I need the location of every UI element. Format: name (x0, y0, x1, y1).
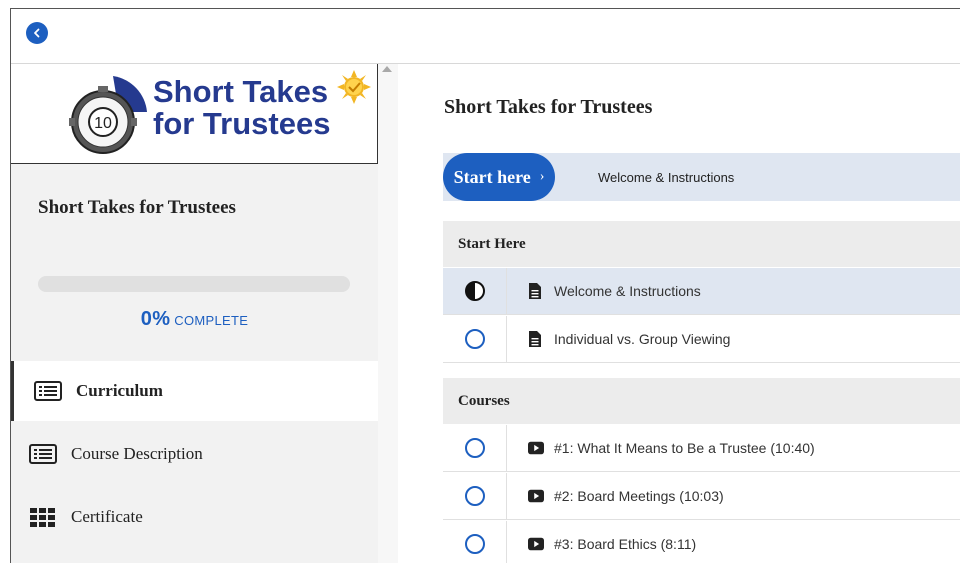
progress-complete-text: COMPLETE (174, 313, 249, 328)
lesson-status (443, 316, 507, 362)
nav-label: Course Description (71, 444, 203, 463)
lesson-title: #2: Board Meetings (10:03) (554, 488, 724, 504)
lesson-row[interactable]: Welcome & Instructions (443, 268, 960, 315)
sidebar-course-title: Short Takes for Trustees (38, 197, 236, 218)
progress-percent: 0% (140, 308, 171, 330)
nav-item-course-description[interactable]: Course Description (11, 424, 378, 484)
lesson-title: #3: Board Ethics (8:11) (554, 536, 697, 552)
list-icon (29, 444, 57, 464)
lesson-title: #1: What It Means to Be a Trustee (10:40… (554, 440, 815, 456)
logo-line-1: Short Takes (153, 74, 329, 109)
lesson-status (443, 521, 507, 563)
sun-badge-icon (337, 70, 371, 104)
lesson-title: Individual vs. Group Viewing (554, 331, 731, 347)
start-bar: Start here › Welcome & Instructions (443, 153, 960, 201)
chevron-right-icon: › (539, 169, 545, 184)
empty-circle-icon (464, 486, 485, 506)
lesson-status (443, 268, 507, 314)
grid-icon (30, 508, 55, 527)
lesson-status (443, 425, 507, 471)
lesson-row[interactable]: #1: What It Means to Be a Trustee (10:40… (443, 425, 960, 472)
nav-item-curriculum[interactable]: Curriculum (11, 361, 378, 421)
lesson-row[interactable]: #3: Board Ethics (8:11) (443, 521, 960, 563)
video-icon (528, 440, 544, 456)
video-icon (528, 536, 544, 552)
scroll-up-icon[interactable] (382, 66, 392, 72)
progress-bar (38, 276, 350, 292)
section-header-start-here: Start Here (443, 221, 960, 267)
progress-label: 0% COMPLETE (11, 308, 378, 331)
sidebar: 10 Short Takes for Trustees Short Takes … (11, 64, 378, 563)
sidebar-scrollbar[interactable] (378, 64, 398, 563)
nav-label: Curriculum (76, 381, 163, 400)
empty-circle-icon (464, 329, 485, 349)
back-button[interactable] (26, 22, 48, 44)
section-header-courses: Courses (443, 378, 960, 424)
nav-item-certificate[interactable]: Certificate (11, 487, 378, 547)
page-title: Short Takes for Trustees (444, 96, 653, 118)
app-window: 10 Short Takes for Trustees Short Takes … (10, 8, 960, 563)
list-icon (34, 381, 62, 401)
logo-line-2: for Trustees (153, 106, 331, 141)
start-button-label: Start here (453, 166, 531, 187)
start-here-button[interactable]: Start here › (443, 153, 555, 201)
next-lesson-label[interactable]: Welcome & Instructions (598, 153, 734, 201)
document-icon (528, 283, 544, 299)
lesson-row[interactable]: Individual vs. Group Viewing (443, 316, 960, 363)
lesson-row[interactable]: #2: Board Meetings (10:03) (443, 473, 960, 520)
lesson-status (443, 473, 507, 519)
course-logo: 10 Short Takes for Trustees (11, 64, 378, 164)
nav-label: Certificate (71, 507, 143, 526)
empty-circle-icon (464, 534, 485, 554)
curriculum-panel: Short Takes for Trustees Start here › We… (398, 64, 960, 563)
empty-circle-icon (464, 438, 485, 458)
section-title: Start Here (458, 235, 526, 252)
half-circle-progress-icon (464, 281, 485, 301)
chevron-left-icon (34, 28, 40, 38)
video-icon (528, 488, 544, 504)
stopwatch-icon: 10 (69, 76, 147, 154)
document-icon (528, 331, 544, 347)
logo-wordmark: Short Takes for Trustees (153, 76, 330, 140)
top-bar (11, 9, 960, 64)
lesson-title: Welcome & Instructions (554, 283, 701, 299)
section-title: Courses (458, 392, 510, 409)
svg-text:10: 10 (94, 115, 112, 132)
